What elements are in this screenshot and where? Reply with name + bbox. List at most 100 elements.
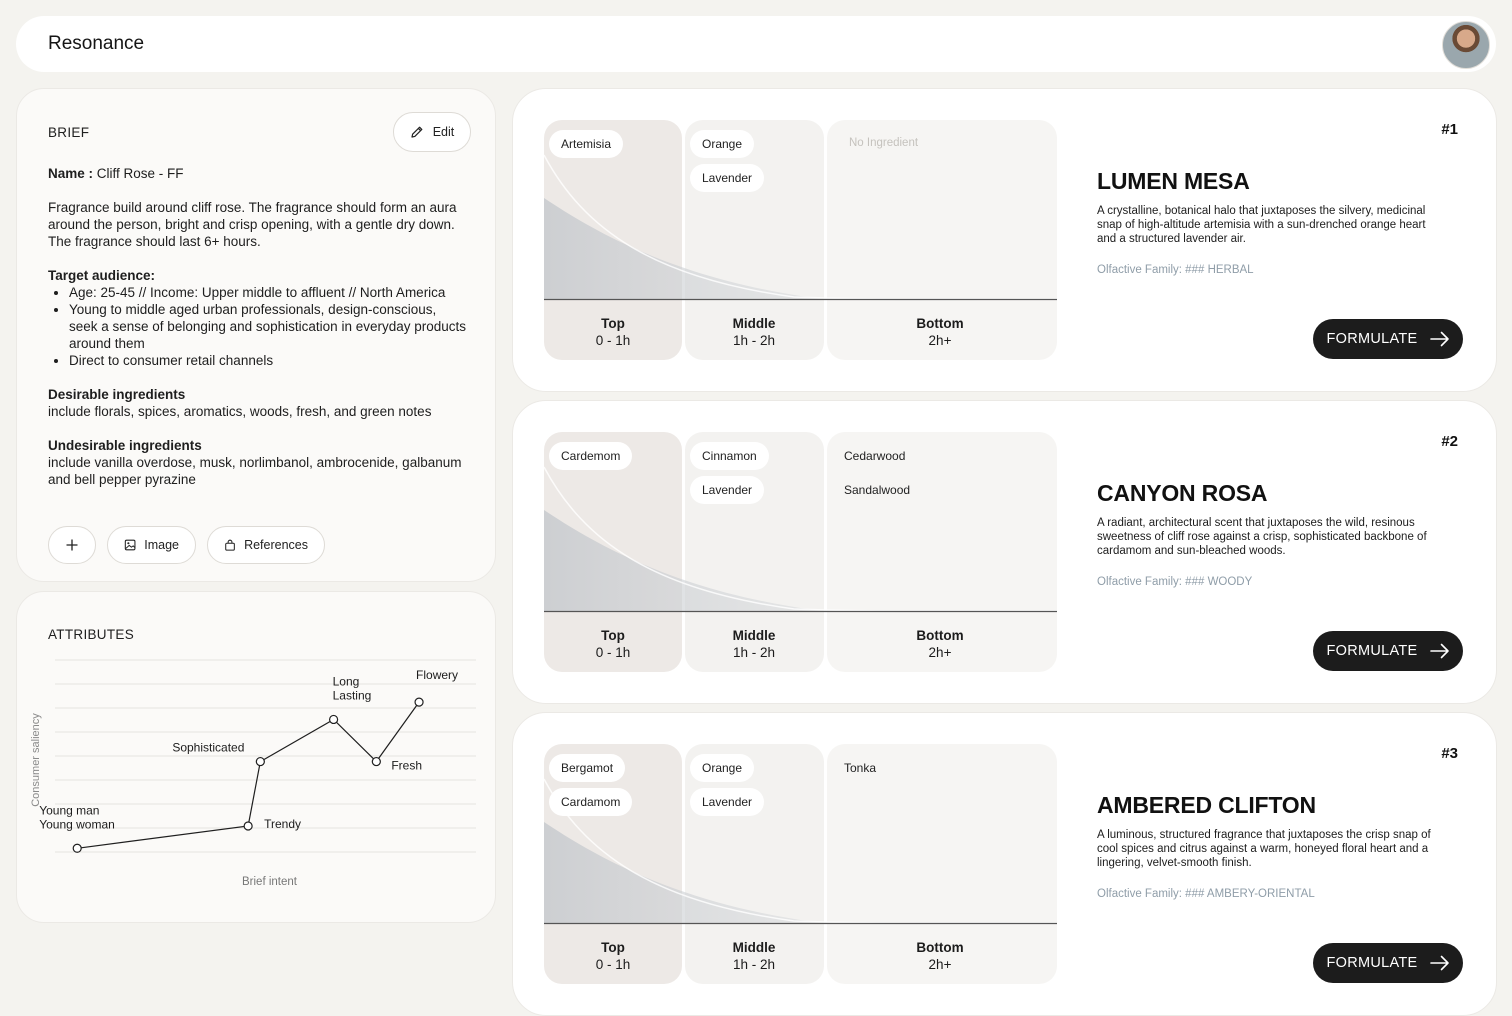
tier-name: Middle bbox=[732, 316, 776, 331]
data-point[interactable] bbox=[371, 756, 381, 767]
desirable-heading: Desirable ingredients bbox=[48, 387, 186, 402]
tier-name: Top bbox=[601, 940, 625, 955]
tier-label: Top 0 - 1h bbox=[563, 939, 663, 973]
brief-panel: BRIEF Edit Name : Cliff Rose - FF Fragra… bbox=[16, 88, 496, 582]
tier-name: Middle bbox=[732, 940, 776, 955]
ingredient-chip[interactable]: Orange bbox=[690, 754, 755, 782]
tier-label: Top 0 - 1h bbox=[563, 627, 663, 661]
formulate-button[interactable]: FORMULATE bbox=[1313, 631, 1463, 671]
target-list: Age: 25-45 // Income: Upper middle to af… bbox=[48, 284, 468, 369]
add-button[interactable] bbox=[48, 526, 96, 564]
data-point[interactable] bbox=[414, 697, 424, 707]
tier-label: Top 0 - 1h bbox=[563, 315, 663, 349]
brief-name-value: Cliff Rose - FF bbox=[96, 166, 184, 181]
ingredient-chip[interactable]: Cardamom bbox=[549, 788, 633, 816]
tier-label: Bottom 2h+ bbox=[890, 627, 990, 661]
fragrance-description: A radiant, architectural scent that juxt… bbox=[1097, 517, 1427, 557]
olfactive-family: Olfactive Family: ### WOODY bbox=[1097, 576, 1253, 588]
point-label: Long Lasting bbox=[333, 674, 372, 702]
x-axis-label: Brief intent bbox=[242, 876, 298, 888]
avatar[interactable] bbox=[1442, 21, 1490, 69]
attributes-panel: ATTRIBUTES Young man Young woman Trendy Sop… bbox=[16, 591, 496, 923]
point-label: Fresh bbox=[391, 759, 422, 773]
data-point[interactable] bbox=[328, 714, 339, 725]
arrow-right-icon bbox=[1429, 331, 1449, 347]
rank-label: #1 bbox=[1441, 121, 1458, 138]
fragrance-description: A luminous, structured fragrance that ju… bbox=[1097, 829, 1431, 869]
data-point[interactable] bbox=[255, 756, 265, 767]
brief-title: BRIEF bbox=[48, 125, 90, 140]
fragrance-name: AMBERED CLIFTON bbox=[1097, 792, 1316, 818]
top-bar: Resonance bbox=[16, 16, 1496, 72]
fragrance-name: CANYON ROSA bbox=[1097, 480, 1268, 506]
tier-name: Top bbox=[601, 316, 625, 331]
ingredient-chip[interactable]: Artemisia bbox=[549, 130, 624, 158]
references-button[interactable]: References bbox=[207, 526, 325, 564]
note-pyramid: Cardemom Top 0 - 1h Cinnamon Lavender Middle 1… bbox=[544, 432, 1057, 672]
plus-icon bbox=[66, 539, 78, 551]
point-label: Flowery bbox=[416, 668, 458, 682]
tier-name: Top bbox=[601, 628, 625, 643]
fragrance-description: A crystalline, botanical halo that juxta… bbox=[1097, 205, 1426, 245]
tier-time: 1h - 2h bbox=[732, 333, 776, 348]
tier-label: Middle 1h - 2h bbox=[704, 627, 804, 661]
image-button[interactable]: Image bbox=[107, 526, 196, 564]
desirable-text: include florals, spices, aromatics, wood… bbox=[48, 404, 432, 419]
arrow-right-icon bbox=[1429, 643, 1449, 659]
ingredient-chip[interactable]: Lavender bbox=[690, 788, 765, 816]
target-item: Young to middle aged urban professionals… bbox=[69, 301, 468, 352]
ingredient-chip[interactable]: Bergamot bbox=[549, 754, 626, 782]
data-point[interactable] bbox=[72, 843, 82, 853]
olfactive-family: Olfactive Family: ### AMBERY-ORIENTAL bbox=[1097, 888, 1315, 900]
tier-time: 2h+ bbox=[928, 957, 952, 972]
tier-label: Middle 1h - 2h bbox=[704, 939, 804, 973]
tier-name: Middle bbox=[732, 628, 776, 643]
target-item: Direct to consumer retail channels bbox=[69, 352, 468, 369]
tier-label: Bottom 2h+ bbox=[890, 939, 990, 973]
rank-label: #2 bbox=[1441, 433, 1458, 450]
references-label: References bbox=[244, 538, 308, 552]
tier-time: 0 - 1h bbox=[595, 333, 631, 348]
edit-button[interactable]: Edit bbox=[393, 112, 471, 152]
ingredient-chip[interactable]: Cinnamon bbox=[690, 442, 769, 470]
tier-name: Bottom bbox=[916, 628, 964, 643]
note-pyramid: Artemisia Top 0 - 1h Orange Lavender Middle 1h… bbox=[544, 120, 1057, 360]
target-item: Age: 25-45 // Income: Upper middle to af… bbox=[69, 284, 468, 301]
data-point[interactable] bbox=[243, 821, 253, 831]
tier-name: Bottom bbox=[916, 940, 964, 955]
tier-time: 1h - 2h bbox=[732, 957, 776, 972]
no-ingredient-label: No Ingredient bbox=[849, 137, 919, 149]
ingredient-chip[interactable]: Lavender bbox=[690, 164, 765, 192]
tier-label: Bottom 2h+ bbox=[890, 315, 990, 349]
point-label: Sophisticated bbox=[172, 741, 244, 755]
ingredient-chip[interactable]: Lavender bbox=[690, 476, 765, 504]
ingredient-chip[interactable]: Sandalwood bbox=[832, 476, 922, 504]
target-heading: Target audience: bbox=[48, 268, 156, 283]
ingredient-chip[interactable]: Cardemom bbox=[549, 442, 633, 470]
ingredient-chip[interactable]: Orange bbox=[690, 130, 755, 158]
formulate-button[interactable]: FORMULATE bbox=[1313, 319, 1463, 359]
image-label: Image bbox=[144, 538, 179, 552]
tier-time: 0 - 1h bbox=[595, 645, 631, 660]
formulate-label: FORMULATE bbox=[1326, 643, 1418, 659]
rank-label: #3 bbox=[1441, 745, 1458, 762]
formulate-button[interactable]: FORMULATE bbox=[1313, 943, 1463, 983]
undesirable-heading: Undesirable ingredients bbox=[48, 438, 202, 453]
pencil-icon bbox=[411, 126, 423, 138]
brief-body: Name : Cliff Rose - FF Fragrance build a… bbox=[48, 165, 468, 505]
candidate-card: Cardemom Top 0 - 1h Cinnamon Lavender Middle 1… bbox=[512, 400, 1497, 704]
brief-name-label: Name : bbox=[48, 166, 94, 181]
point-label: Trendy bbox=[264, 817, 301, 831]
edit-label: Edit bbox=[432, 125, 455, 139]
candidate-card: Bergamot Cardamom Top 0 - 1h Orange Lavender M… bbox=[512, 712, 1497, 1016]
tier-time: 0 - 1h bbox=[595, 957, 631, 972]
tier-time: 2h+ bbox=[928, 645, 952, 660]
tier-name: Bottom bbox=[916, 316, 964, 331]
app-title: Resonance bbox=[48, 33, 145, 54]
ingredient-chip[interactable]: Cedarwood bbox=[832, 442, 917, 470]
brief-actions: Image References bbox=[48, 526, 325, 564]
ingredient-chip[interactable]: Tonka bbox=[832, 754, 888, 782]
y-axis-label: Consumer saliency bbox=[30, 713, 42, 807]
tier-label: Middle 1h - 2h bbox=[704, 315, 804, 349]
bag-icon bbox=[225, 539, 235, 551]
